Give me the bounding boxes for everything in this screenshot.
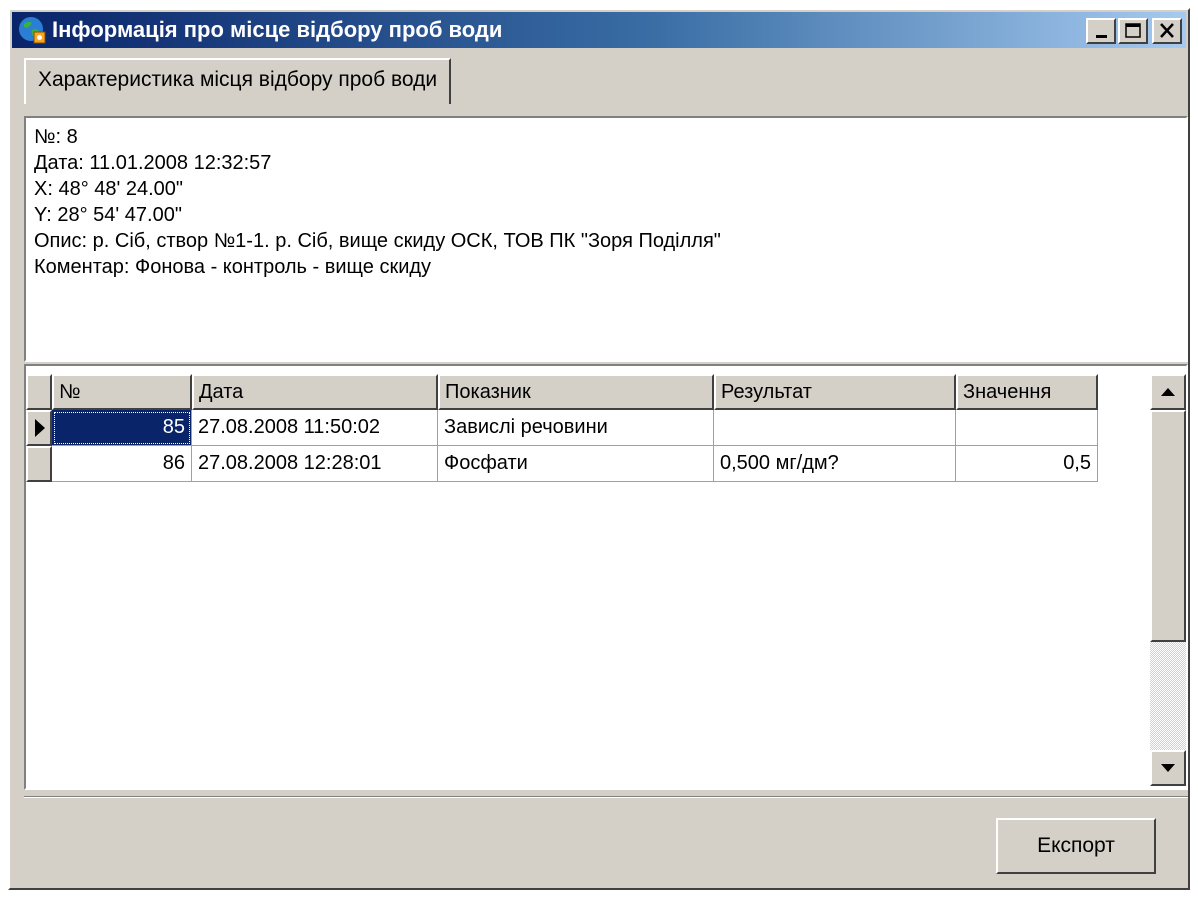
column-header-result[interactable]: Результат <box>714 374 956 410</box>
table-cell-number[interactable]: 86 <box>52 446 192 482</box>
table-cell-indicator[interactable]: Фосфати <box>438 446 714 482</box>
table-cell-value[interactable] <box>956 410 1098 446</box>
info-comment: Коментар: Фонова - контроль - вище скиду <box>34 256 432 278</box>
current-row-arrow-icon <box>35 419 45 437</box>
row-indicator[interactable] <box>26 446 52 482</box>
table-cell-result[interactable]: 0,500 мг/дм? <box>714 446 956 482</box>
footer-separator <box>24 796 1188 798</box>
export-button[interactable]: Експорт <box>996 818 1156 874</box>
window-title: Інформація про місце відбору проб води <box>52 17 503 42</box>
title-bar[interactable]: Інформація про місце відбору проб води <box>12 12 1186 48</box>
column-header-value[interactable]: Значення <box>956 374 1098 410</box>
minimize-button[interactable] <box>1086 18 1116 44</box>
close-icon <box>1160 23 1174 38</box>
column-header-number[interactable]: № <box>52 374 192 410</box>
measurements-grid[interactable]: № Дата Показник Результат Значення 85 27… <box>24 364 1188 790</box>
scroll-up-button[interactable] <box>1150 374 1186 410</box>
table-cell-number[interactable]: 85 <box>52 410 192 446</box>
scroll-thumb[interactable] <box>1150 410 1186 642</box>
vertical-scrollbar[interactable] <box>1150 374 1186 786</box>
minimize-icon <box>1096 35 1107 38</box>
column-header-date[interactable]: Дата <box>192 374 438 410</box>
table-cell-value[interactable]: 0,5 <box>956 446 1098 482</box>
maximize-icon <box>1125 23 1141 38</box>
tab-characteristics[interactable]: Характеристика місця відбору проб води <box>24 58 452 104</box>
table-cell-date[interactable]: 27.08.2008 12:28:01 <box>192 446 438 482</box>
row-indicator[interactable] <box>26 410 52 446</box>
close-button[interactable] <box>1152 18 1182 44</box>
main-window: Інформація про місце відбору проб води Х… <box>8 8 1190 890</box>
table-cell-date[interactable]: 27.08.2008 11:50:02 <box>192 410 438 446</box>
globe-app-icon <box>19 17 46 44</box>
info-y-coordinate: Y: 28° 54' 47.00" <box>34 204 182 226</box>
scroll-down-button[interactable] <box>1150 750 1186 786</box>
table-cell-result[interactable] <box>714 410 956 446</box>
arrow-up-icon <box>1161 388 1175 396</box>
maximize-button[interactable] <box>1118 18 1148 44</box>
arrow-down-icon <box>1161 764 1175 772</box>
table-cell-indicator[interactable]: Завислі речовини <box>438 410 714 446</box>
grid-corner <box>26 374 52 410</box>
info-x-coordinate: X: 48° 48' 24.00" <box>34 178 184 200</box>
info-panel: №: 8 Дата: 11.01.2008 12:32:57 X: 48° 48… <box>24 116 1188 362</box>
info-description: Опис: р. Сіб, створ №1-1. р. Сіб, вище с… <box>34 230 721 252</box>
column-header-indicator[interactable]: Показник <box>438 374 714 410</box>
info-date: Дата: 11.01.2008 12:32:57 <box>34 152 272 174</box>
info-number: №: 8 <box>34 126 78 148</box>
